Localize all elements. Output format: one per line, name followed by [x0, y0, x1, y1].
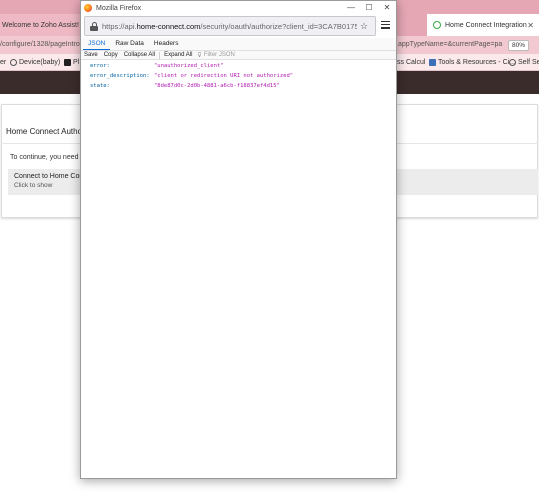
bookmark-icon: [429, 59, 436, 66]
bookmark-device-baby[interactable]: Device(baby): [10, 54, 60, 71]
maximize-icon[interactable]: ☐: [360, 1, 378, 15]
firefox-popup-window: Mozilla Firefox — ☐ ✕ https://api.home-c…: [80, 0, 397, 479]
bookmark-star-icon[interactable]: ☆: [357, 21, 371, 32]
json-key: state:: [90, 83, 110, 89]
popup-url-text[interactable]: https://api.home-connect.com/security/oa…: [102, 22, 357, 31]
bookmark-partial-er[interactable]: er: [0, 54, 6, 71]
globe-icon: [509, 59, 516, 66]
bookmark-tools-resources[interactable]: Tools & Resources - Ci...: [429, 54, 515, 71]
json-toolbar: Save Copy Collapse All Expand All ⊽ Filt…: [81, 50, 396, 60]
bookmark-self-service[interactable]: Self Ser: [509, 54, 539, 71]
background-tab-zoho-label: Welcome to Zoho Assist!: [2, 21, 79, 29]
save-button[interactable]: Save: [81, 52, 101, 58]
json-value: "8de87d0c-2d0b-4881-a6cb-f18837ef4d15": [154, 83, 280, 89]
bookmark-self-service-label: Self Ser: [518, 59, 539, 66]
tab-raw-data[interactable]: Raw Data: [110, 38, 149, 50]
firefox-logo-icon: [84, 4, 92, 12]
bookmark-tools-resources-label: Tools & Resources - Ci...: [438, 59, 516, 66]
globe-icon: [10, 59, 17, 66]
minimize-icon[interactable]: —: [342, 1, 360, 15]
home-connect-favicon-icon: [433, 21, 441, 29]
authorization-card-text: To continue, you need to: [10, 154, 87, 161]
copy-button[interactable]: Copy: [101, 52, 121, 58]
bookmark-video[interactable]: Pl: [64, 54, 79, 71]
lock-icon[interactable]: [90, 21, 98, 31]
json-row: error_description: "client or redirectio…: [81, 71, 396, 81]
toolbar-separator: [159, 51, 161, 59]
close-tab-icon[interactable]: ✕: [527, 21, 534, 30]
json-row: state: "8de87d0c-2d0b-4881-a6cb-f18837ef…: [81, 81, 396, 91]
json-row: error: "unauthorized_client": [81, 61, 396, 71]
popup-url-bar[interactable]: https://api.home-connect.com/security/oa…: [84, 16, 376, 36]
tab-headers[interactable]: Headers: [149, 38, 184, 50]
bookmark-ss-calcul-label: ss Calcul: [397, 59, 426, 66]
json-key: error:: [90, 63, 110, 69]
hamburger-menu-icon[interactable]: [381, 21, 390, 29]
bookmark-ss-calcul[interactable]: ss Calcul: [397, 54, 425, 71]
collapse-all-button[interactable]: Collapse All: [121, 52, 158, 58]
popup-titlebar[interactable]: Mozilla Firefox — ☐ ✕: [81, 1, 396, 15]
connect-button-title: Connect to Home Conn: [14, 173, 88, 180]
background-tab-home-connect[interactable]: Home Connect Integration ✕: [427, 14, 539, 36]
filter-json-input[interactable]: Filter JSON: [204, 52, 235, 58]
json-body: error: "unauthorized_client" error_descr…: [81, 61, 396, 91]
popup-window-title: Mozilla Firefox: [96, 4, 142, 12]
tab-json[interactable]: JSON: [83, 38, 111, 50]
json-value: "client or redirection URI not authorize…: [154, 73, 294, 79]
background-url-left-text: /configure/1328/pageIntro: [0, 41, 80, 48]
close-window-icon[interactable]: ✕: [378, 1, 396, 15]
background-url-right-text: appTypeName=&currentPage=pa: [398, 41, 503, 48]
json-value: "unauthorized_client": [154, 63, 224, 69]
bookmark-video-label: Pl: [73, 59, 80, 66]
window-controls: — ☐ ✕: [342, 1, 396, 15]
zoom-level-button[interactable]: 80%: [508, 40, 530, 51]
connect-button-subtitle: Click to show: [14, 182, 53, 189]
video-icon: [64, 59, 71, 66]
expand-all-button[interactable]: Expand All: [161, 52, 195, 58]
json-viewer-tabs: JSON Raw Data Headers: [81, 38, 396, 50]
bookmark-device-baby-label: Device(baby): [19, 59, 61, 66]
background-tab-zoho[interactable]: Welcome to Zoho Assist!: [0, 14, 80, 36]
background-tab-home-connect-label: Home Connect Integration: [445, 21, 527, 29]
json-key: error_description:: [90, 73, 150, 79]
filter-icon: ⊽: [197, 52, 202, 59]
authorization-card-title: Home Connect Authoriz: [6, 127, 91, 136]
